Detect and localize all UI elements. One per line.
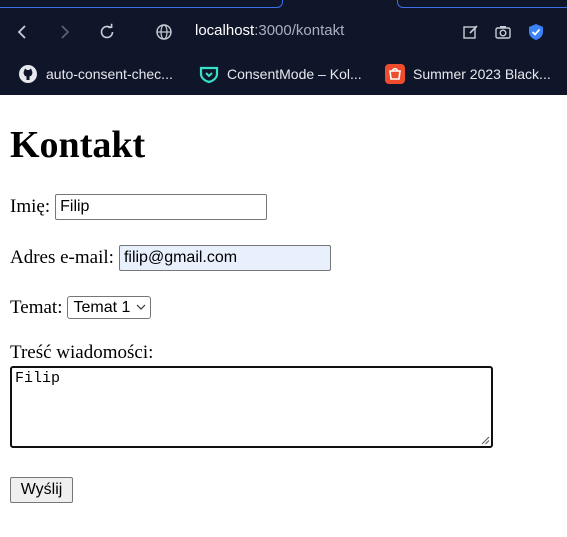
neighbor-tab-edge[interactable] xyxy=(397,0,567,8)
camera-icon xyxy=(495,26,511,39)
shield-extension-button[interactable] xyxy=(524,20,548,44)
browser-toolbar: localhost:3000/kontakt xyxy=(0,8,567,56)
reload-button[interactable] xyxy=(95,20,119,44)
topic-select[interactable]: Temat 1 xyxy=(67,296,152,319)
back-button[interactable] xyxy=(11,20,35,44)
shield-check-icon xyxy=(529,24,543,40)
edit-icon xyxy=(463,25,478,39)
topic-label: Temat: xyxy=(10,296,63,318)
message-text: Filip xyxy=(15,370,61,387)
page-title: Kontakt xyxy=(10,124,146,166)
email-row: Adres e-mail: xyxy=(10,245,331,271)
tab-strip xyxy=(0,0,567,8)
bookmark-label: ConsentMode – Kol... xyxy=(227,66,362,82)
browser-chrome: localhost:3000/kontakt auto-consent-chec… xyxy=(0,0,567,95)
edit-page-button[interactable] xyxy=(459,20,483,44)
bookmark-label: Summer 2023 Black... xyxy=(413,66,551,82)
chevron-down-icon xyxy=(136,304,146,310)
site-info-button[interactable] xyxy=(152,20,176,44)
bookmark-item[interactable]: ConsentMode – Kol... xyxy=(199,62,374,86)
bookmark-item[interactable]: auto-consent-chec... xyxy=(18,62,190,86)
resize-grip-icon[interactable] xyxy=(481,436,490,445)
name-row: Imię: xyxy=(10,194,268,220)
page-content: Kontakt Imię: Adres e-mail: Temat: Temat… xyxy=(0,95,567,537)
email-field[interactable] xyxy=(118,245,331,271)
topic-row: Temat: Temat 1 xyxy=(10,296,152,319)
email-label: Adres e-mail: xyxy=(10,247,114,268)
screenshot-button[interactable] xyxy=(491,20,515,44)
github-icon xyxy=(19,65,37,83)
back-icon xyxy=(17,25,26,39)
message-label: Treść wiadomości: xyxy=(10,342,154,363)
forward-button[interactable] xyxy=(52,20,76,44)
bookmark-label: auto-consent-chec... xyxy=(46,66,173,82)
bookmarks-bar: auto-consent-chec... ConsentMode – Kol..… xyxy=(0,56,567,92)
url-path: :3000/kontakt xyxy=(254,22,345,39)
url-host: localhost xyxy=(195,22,255,39)
shield-logo-icon xyxy=(199,66,219,84)
reload-icon xyxy=(100,23,114,39)
message-textarea[interactable]: Filip xyxy=(10,366,493,448)
name-label: Imię: xyxy=(10,196,51,217)
address-bar[interactable]: localhost:3000/kontakt xyxy=(195,22,344,39)
bookmark-item[interactable]: Summer 2023 Black... xyxy=(385,62,565,86)
globe-icon xyxy=(156,24,172,40)
name-field[interactable] xyxy=(55,194,268,220)
topic-selected-value: Temat 1 xyxy=(73,298,131,316)
shop-bag-icon xyxy=(385,64,405,84)
submit-button[interactable]: Wyślij xyxy=(10,477,73,503)
active-tab-edge[interactable] xyxy=(0,0,283,8)
forward-icon xyxy=(61,25,70,39)
